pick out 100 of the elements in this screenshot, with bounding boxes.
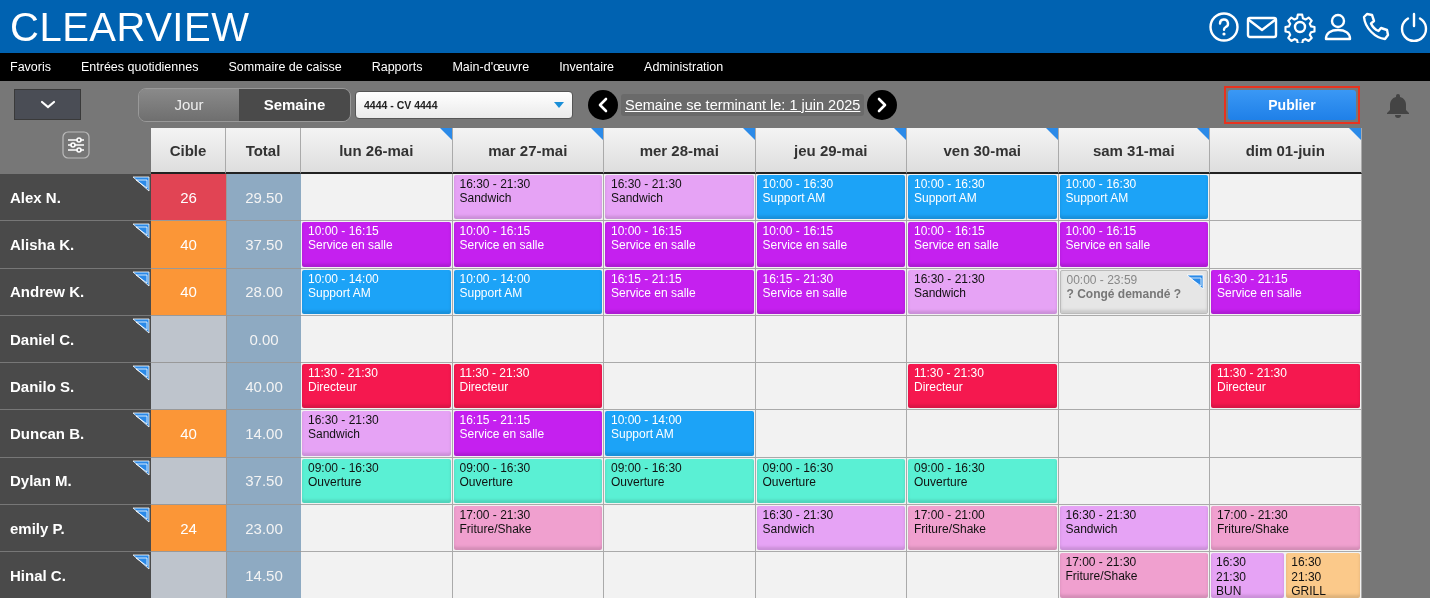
employee-name[interactable]: Daniel C. bbox=[10, 330, 75, 348]
schedule-cell[interactable] bbox=[301, 505, 453, 553]
shift-block[interactable]: 16:30 - 21:30 Sandwich bbox=[453, 175, 602, 220]
shift-block[interactable]: 11:30 - 21:30 Directeur bbox=[302, 364, 451, 409]
view-tab[interactable]: Jour bbox=[139, 88, 239, 121]
shift-block[interactable]: 17:00 - 21:30 Friture/Shake bbox=[1211, 506, 1360, 551]
menu-item[interactable]: Main-d'œuvre bbox=[452, 60, 530, 74]
shift-block[interactable]: 16:30 - 21:30 Sandwich bbox=[1059, 506, 1208, 551]
bell-icon[interactable] bbox=[1386, 91, 1410, 118]
schedule-cell[interactable]: 16:30 21:30 BUN 16:30 21:30 GRILL bbox=[1210, 552, 1362, 598]
filter-settings-icon[interactable] bbox=[61, 131, 90, 159]
shift-block[interactable]: 17:00 - 21:00 Friture/Shake bbox=[908, 506, 1057, 551]
menu-item[interactable]: Favoris bbox=[10, 60, 51, 74]
schedule-cell[interactable] bbox=[1058, 315, 1210, 364]
menu-item[interactable]: Administration bbox=[644, 60, 724, 74]
previous-week-button[interactable] bbox=[588, 89, 618, 120]
menu-item[interactable]: Inventaire bbox=[559, 60, 615, 74]
employee-name[interactable]: Andrew K. bbox=[10, 283, 85, 301]
employee-name[interactable]: Danilo S. bbox=[10, 377, 75, 395]
schedule-cell[interactable] bbox=[755, 410, 907, 458]
shift-block[interactable]: 16:15 - 21:15 Service en salle bbox=[605, 269, 754, 314]
next-week-button[interactable] bbox=[867, 89, 898, 120]
total-cell: 14.00 bbox=[226, 410, 301, 458]
total-cell: 40.00 bbox=[226, 363, 301, 411]
shift-block[interactable]: 09:00 - 16:30 Ouverture bbox=[908, 458, 1057, 504]
shift-block[interactable]: 16:30 - 21:15 Service en salle bbox=[1211, 269, 1360, 314]
target-cell: 26 bbox=[151, 174, 226, 222]
shift-block[interactable]: 16:30 21:30 BUN bbox=[1211, 553, 1285, 598]
shift-block[interactable]: 16:15 - 21:30 Service en salle bbox=[756, 269, 905, 314]
day-header[interactable]: jeu 29-mai bbox=[794, 141, 868, 159]
employee-name[interactable]: Duncan B. bbox=[10, 425, 85, 443]
shift-block[interactable]: 09:00 - 16:30 Ouverture bbox=[605, 458, 754, 504]
total-cell: 37.50 bbox=[226, 221, 301, 269]
schedule-cell[interactable] bbox=[604, 315, 756, 364]
shift-block[interactable]: 09:00 - 16:30 Ouverture bbox=[453, 458, 602, 504]
menu-item[interactable]: Entrées quotidiennes bbox=[81, 60, 199, 74]
location-select[interactable]: 4444 - CV 4444 bbox=[355, 90, 573, 119]
view-tab[interactable]: Semaine bbox=[239, 88, 350, 121]
schedule-cell[interactable] bbox=[1210, 410, 1362, 458]
total-cell: 37.50 bbox=[226, 457, 301, 506]
menu-item[interactable]: Rapports bbox=[371, 60, 423, 74]
shift-block[interactable]: 11:30 - 21:30 Directeur bbox=[908, 364, 1057, 409]
schedule-cell[interactable] bbox=[1210, 221, 1362, 269]
shift-block[interactable]: 09:00 - 16:30 Ouverture bbox=[302, 458, 451, 504]
chevron-right-icon bbox=[877, 96, 888, 113]
schedule-cell[interactable] bbox=[301, 174, 453, 222]
shift-block[interactable]: 16:30 - 21:30 Sandwich bbox=[908, 269, 1057, 314]
shift-block[interactable]: 10:00 - 16:15 Service en salle bbox=[756, 222, 905, 267]
chevron-left-icon bbox=[598, 96, 608, 113]
shift-block[interactable]: 17:00 - 21:30 Friture/Shake bbox=[1059, 553, 1208, 598]
employee-name[interactable]: Alex N. bbox=[10, 188, 61, 206]
shift-block[interactable]: 16:30 - 21:30 Sandwich bbox=[302, 411, 451, 456]
shift-block[interactable]: 10:00 - 16:15 Service en salle bbox=[453, 222, 602, 267]
shift-block[interactable]: 17:00 - 21:30 Friture/Shake bbox=[453, 506, 602, 551]
shift-block[interactable]: 16:30 - 21:30 Sandwich bbox=[605, 175, 754, 220]
shift-block[interactable]: 10:00 - 16:15 Service en salle bbox=[1059, 222, 1208, 267]
schedule-cell[interactable] bbox=[907, 315, 1059, 364]
phone-icon[interactable] bbox=[1360, 10, 1392, 43]
target-cell: 40 bbox=[151, 221, 226, 269]
column-header: Cible bbox=[151, 128, 226, 174]
target-cell: 40 bbox=[151, 410, 226, 458]
power-icon[interactable] bbox=[1398, 10, 1430, 43]
shift-block[interactable]: 10:00 - 16:15 Service en salle bbox=[908, 222, 1057, 267]
shift-block[interactable]: 11:30 - 21:30 Directeur bbox=[1211, 364, 1360, 409]
total-cell: 0.00 bbox=[226, 315, 301, 364]
shift-block[interactable]: 11:30 - 21:30 Directeur bbox=[453, 364, 602, 409]
schedule-cell[interactable] bbox=[604, 363, 756, 411]
employee-name[interactable]: Dylan M. bbox=[10, 472, 72, 490]
total-cell: 23.00 bbox=[226, 505, 301, 553]
employee-name[interactable]: emily P. bbox=[10, 519, 65, 537]
schedule-cell[interactable] bbox=[755, 315, 907, 364]
shift-block[interactable]: 10:00 - 16:15 Service en salle bbox=[605, 222, 754, 267]
help-icon[interactable] bbox=[1208, 10, 1240, 43]
schedule-cell[interactable] bbox=[1058, 410, 1210, 458]
schedule-cell[interactable] bbox=[1210, 315, 1362, 364]
chevron-down-icon bbox=[39, 99, 56, 110]
leave-request-block[interactable]: 00:00 - 23:59 ? Congé demandé ? bbox=[1059, 269, 1208, 314]
employee-name[interactable]: Alisha K. bbox=[10, 235, 75, 253]
week-link[interactable]: Semaine se terminant le: 1 juin 2025 bbox=[621, 93, 865, 116]
collapse-button[interactable] bbox=[14, 89, 81, 120]
shift-block[interactable]: 16:30 21:30 GRILL bbox=[1286, 553, 1360, 598]
schedule-cell[interactable] bbox=[1210, 174, 1362, 222]
column-header: Total bbox=[226, 128, 301, 174]
schedule-cell[interactable] bbox=[301, 315, 453, 364]
schedule-cell[interactable] bbox=[907, 410, 1059, 458]
schedule-cell[interactable] bbox=[755, 363, 907, 411]
shift-block[interactable]: 16:15 - 21:15 Service en salle bbox=[453, 411, 602, 456]
total-cell: 14.50 bbox=[226, 552, 301, 598]
employee-name[interactable]: Hinal C. bbox=[10, 567, 66, 584]
shift-block[interactable]: 10:00 - 16:15 Service en salle bbox=[302, 222, 451, 267]
shift-block[interactable]: 09:00 - 16:30 Ouverture bbox=[756, 458, 905, 504]
schedule-cell[interactable] bbox=[604, 505, 756, 553]
schedule-cell[interactable] bbox=[1210, 457, 1362, 506]
schedule-cell[interactable] bbox=[1058, 457, 1210, 506]
shift-block[interactable]: 16:30 - 21:30 Sandwich bbox=[756, 506, 905, 551]
day-header[interactable]: lun 26-mai bbox=[339, 141, 414, 159]
schedule-cell[interactable] bbox=[452, 315, 604, 364]
schedule-cell[interactable] bbox=[1058, 363, 1210, 411]
total-cell: 28.00 bbox=[226, 268, 301, 316]
menu-item[interactable]: Sommaire de caisse bbox=[228, 60, 342, 74]
